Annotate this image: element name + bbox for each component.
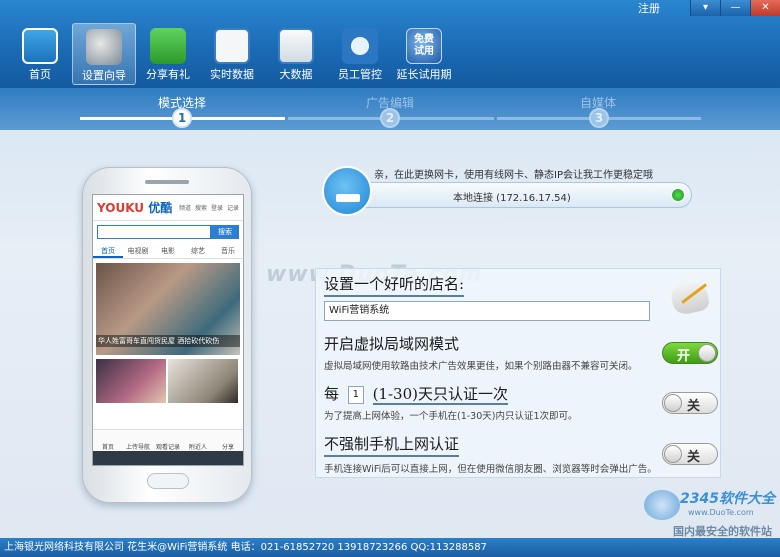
toolbar-label: 延长试用期 xyxy=(396,68,452,81)
phone-home-button xyxy=(147,473,189,489)
auth-prefix: 每 xyxy=(324,385,340,403)
step-number-2[interactable]: 2 xyxy=(380,108,400,128)
youku-nav-item: 首页 xyxy=(93,243,123,258)
toolbar-label: 首页 xyxy=(29,68,51,81)
network-adapter-card: 亲，在此更换网卡，使用有线网卡、静态IP会让我工作更稳定哦 本地连接 (172.… xyxy=(322,166,692,216)
phone-preview: YOUKU 优酷 频道 搜索 登录 记录 搜索 首页 电视剧 电影 综艺 音乐 xyxy=(82,167,252,503)
tab-home: 首页 xyxy=(101,444,114,451)
toggle-text: 关 xyxy=(687,399,701,414)
youku-search: 搜索 xyxy=(97,225,239,239)
shop-name-row: 设置一个好听的店名: xyxy=(324,273,714,297)
youku-logo: YOUKU 优酷 xyxy=(97,201,173,215)
auth-interval-row: 每 1 (1-30)天只认证一次 为了提高上网体验，一个手机在(1-30天)内只… xyxy=(324,383,714,422)
history-icon: 记录 xyxy=(226,205,239,212)
watermark-slogan: 国内最安全的软件站 xyxy=(673,525,772,538)
shop-name-title: 设置一个好听的店名: xyxy=(324,273,465,297)
phone-speaker xyxy=(145,180,189,184)
android-system-bar xyxy=(93,451,243,465)
android-wizard-icon xyxy=(86,29,122,65)
hero-caption: 华人姓富哥车直闯货民屋 酒拾砍代砍伤 xyxy=(96,335,240,347)
toolbar-home[interactable]: 首页 xyxy=(8,23,72,85)
vlan-desc: 虚拟局域网使用软路由技术广告效果更佳，如果个别路由器不兼容可关闭。 xyxy=(324,361,638,372)
watermark-brand: 2345软件大全 xyxy=(680,491,775,507)
network-adapter-name: 本地连接 (172.16.17.54) xyxy=(453,193,571,204)
menu-dropdown-button[interactable]: ▾ xyxy=(690,0,720,16)
tab-upload: 上传导航 xyxy=(125,444,150,451)
status-text: 上海银光网络科技有限公司 花生米@WiFi营销系统 电话：021-6185272… xyxy=(4,542,487,553)
watermark-url: www.DuoTe.com xyxy=(688,508,754,517)
auth-desc: 为了提高上网体验，一个手机在(1-30天)内只认证1次即可。 xyxy=(324,411,578,422)
router-cloud-icon xyxy=(322,166,372,216)
youku-nav-item: 电影 xyxy=(161,247,175,255)
tab-nearby: 附近人 xyxy=(188,444,207,451)
youku-nav-item: 综艺 xyxy=(191,247,205,255)
youku-nav-item: 电视剧 xyxy=(127,247,149,255)
youku-thumbnails xyxy=(96,359,240,403)
youku-nav-item: 音乐 xyxy=(221,247,235,255)
share-icon xyxy=(150,28,186,64)
network-tip: 亲，在此更换网卡，使用有线网卡、静态IP会让我工作更稳定哦 xyxy=(374,170,653,181)
youku-nav: 首页 电视剧 电影 综艺 音乐 xyxy=(93,243,243,259)
toolbar-realtime-data[interactable]: 实时数据 xyxy=(200,23,264,85)
thumbnail xyxy=(168,359,238,403)
toolbar-setup-wizard[interactable]: 设置向导 xyxy=(72,23,136,85)
wizard-steps: 模式选择 1 广告编辑 2 自媒体 3 xyxy=(0,88,780,130)
no-force-desc: 手机连接WiFi后可以直接上网，但在使用微信朋友圈、浏览器等时会弹出广告。 xyxy=(324,464,657,475)
toolbar-share[interactable]: 分享有礼 xyxy=(136,23,200,85)
settings-panel: 设置一个好听的店名: WiFi营销系统 开启虚拟局域网模式 虚拟局域网使用软路由… xyxy=(315,268,721,478)
toolbar-label: 大数据 xyxy=(279,68,313,81)
tab-share: 分享 xyxy=(221,444,234,451)
minimize-button[interactable]: — xyxy=(720,0,750,16)
register-link[interactable]: 注册 xyxy=(638,0,660,16)
step-number-1[interactable]: 1 xyxy=(172,108,192,128)
status-bar: 上海银光网络科技有限公司 花生米@WiFi营销系统 电话：021-6185272… xyxy=(0,525,780,557)
staff-icon xyxy=(342,28,378,64)
toolbar-extend-trial[interactable]: 免费 试用 延长试用期 xyxy=(392,23,456,85)
toolbar-label: 员工管控 xyxy=(338,68,382,81)
no-force-auth-row: 不强制手机上网认证 手机连接WiFi后可以直接上网，但在使用微信朋友圈、浏览器等… xyxy=(324,433,714,475)
top-toolbar: 注册 ▾ — ✕ 首页 设置向导 分享有礼 实时数据 大数据 员工管控 免费 试… xyxy=(0,0,780,88)
thumbnail xyxy=(96,359,166,403)
chart-icon xyxy=(22,28,58,64)
toolbar-big-data[interactable]: 大数据 xyxy=(264,23,328,85)
youku-header: YOUKU 优酷 频道 搜索 登录 记录 xyxy=(93,195,243,221)
no-force-auth-toggle[interactable]: 关 xyxy=(662,443,718,465)
toggle-text: 关 xyxy=(687,450,701,465)
toggle-knob xyxy=(664,445,682,463)
toggle-text: 开 xyxy=(677,349,691,364)
tab-history: 观看记录 xyxy=(155,444,180,451)
no-force-title: 不强制手机上网认证 xyxy=(324,433,460,457)
app-window: 注册 ▾ — ✕ 首页 设置向导 分享有礼 实时数据 大数据 员工管控 免费 试… xyxy=(0,0,780,557)
network-adapter-select[interactable]: 本地连接 (172.16.17.54) xyxy=(344,182,692,208)
toolbar-label: 实时数据 xyxy=(210,68,254,81)
channel-icon: 频道 xyxy=(178,205,191,212)
step-number-3[interactable]: 3 xyxy=(589,108,609,128)
toggle-knob xyxy=(664,394,682,412)
free-trial-icon: 免费 试用 xyxy=(406,28,442,64)
toolbar-staff-control[interactable]: 员工管控 xyxy=(328,23,392,85)
shop-name-input[interactable]: WiFi营销系统 xyxy=(324,301,650,321)
table-icon xyxy=(214,28,250,64)
vlan-title: 开启虚拟局域网模式 xyxy=(324,335,460,353)
magnifier-icon xyxy=(278,28,314,64)
toolbar-label: 设置向导 xyxy=(82,69,126,82)
title-controls: 注册 ▾ — ✕ xyxy=(638,0,780,16)
login-icon: 登录 xyxy=(210,205,223,212)
vlan-toggle[interactable]: 开 xyxy=(662,342,718,364)
vlan-row: 开启虚拟局域网模式 虚拟局域网使用软路由技术广告效果更佳，如果个别路由器不兼容可… xyxy=(324,333,714,372)
auth-suffix: (1-30)天只认证一次 xyxy=(372,385,508,405)
youku-hero-image: 华人姓富哥车直闯货民屋 酒拾砍代砍伤 xyxy=(96,263,240,355)
youku-tabbar: 首页 上传导航 观看记录 附近人 分享 xyxy=(93,429,243,451)
status-dot-icon xyxy=(671,188,685,202)
mascot-icon xyxy=(644,490,680,520)
search-icon: 搜索 xyxy=(194,205,207,212)
phone-screen: YOUKU 优酷 频道 搜索 登录 记录 搜索 首页 电视剧 电影 综艺 音乐 xyxy=(92,194,244,466)
youku-search-box xyxy=(97,225,211,239)
toolbar-label: 分享有礼 xyxy=(146,68,190,81)
toggle-knob xyxy=(698,344,716,362)
close-button[interactable]: ✕ xyxy=(750,0,780,16)
auth-interval-toggle[interactable]: 关 xyxy=(662,392,718,414)
youku-search-button: 搜索 xyxy=(211,225,239,239)
auth-days-input[interactable]: 1 xyxy=(347,386,364,404)
